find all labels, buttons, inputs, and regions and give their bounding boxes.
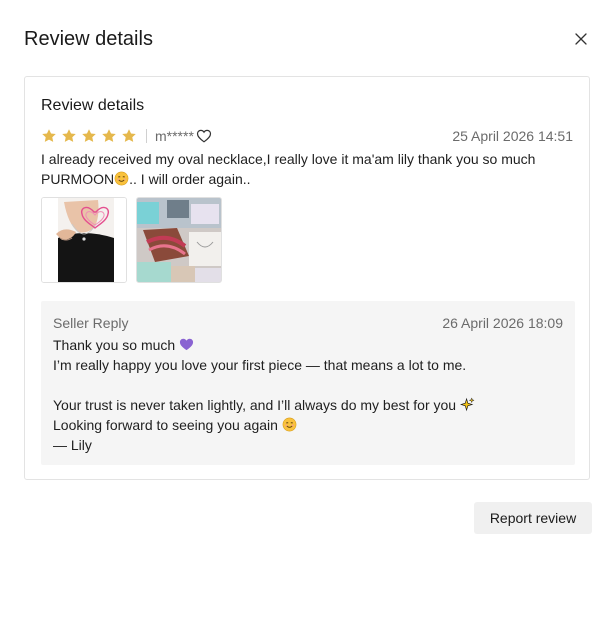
- review-text-part2: .. I will order again..: [129, 171, 251, 187]
- report-review-button[interactable]: Report review: [474, 502, 592, 534]
- review-section-title: Review details: [41, 97, 145, 114]
- close-button[interactable]: [570, 28, 592, 50]
- star-icon: [42, 129, 56, 142]
- purple-heart-emoji-icon: [180, 338, 194, 351]
- seller-reply-line: — Lily: [53, 437, 92, 453]
- package-photo-thumbnail: [137, 198, 221, 282]
- star-icon: [122, 129, 136, 142]
- reviewer-name: m*****: [155, 128, 194, 144]
- smiling-face-emoji-icon: [282, 417, 297, 432]
- seller-reply-text: Looking forward to seeing you again: [53, 417, 282, 433]
- seller-reply-line: I’m really happy you love your first pie…: [53, 357, 467, 373]
- seller-reply-date: 26 April 2026 18:09: [442, 315, 563, 331]
- seller-reply-text: Your trust is never taken lightly, and I…: [53, 397, 460, 413]
- star-icon: [102, 129, 116, 142]
- necklace-photo-thumbnail: [42, 198, 126, 282]
- modal-header: Review details: [24, 24, 592, 54]
- seller-reply-text: Thank you so much: [53, 337, 180, 353]
- star-rating: [41, 128, 137, 144]
- review-text: I already received my oval necklace,I re…: [41, 149, 561, 189]
- sparkles-emoji-icon: [459, 397, 475, 412]
- seller-reply-body: Thank you so much I’m really happy you l…: [53, 335, 563, 455]
- smiling-face-emoji-icon: [114, 171, 129, 186]
- review-photo-2[interactable]: [136, 197, 222, 283]
- star-icon: [62, 129, 76, 142]
- seller-reply: Seller Reply 26 April 2026 18:09 Thank y…: [41, 301, 575, 465]
- seller-reply-line: Thank you so much: [53, 335, 563, 355]
- review-meta-row: m***** 25 April 2026 14:51: [41, 127, 573, 145]
- review-card: Review details m***** 25 April 2026 14:5…: [24, 76, 590, 480]
- seller-reply-header: Seller Reply 26 April 2026 18:09: [53, 315, 563, 331]
- seller-reply-label: Seller Reply: [53, 315, 129, 331]
- seller-reply-spacer: [53, 375, 563, 395]
- modal-title: Review details: [24, 27, 153, 50]
- review-photos: [41, 197, 222, 283]
- seller-reply-line: Looking forward to seeing you again: [53, 415, 563, 435]
- review-date: 25 April 2026 14:51: [452, 128, 573, 144]
- star-icon: [82, 129, 96, 142]
- heart-outline-icon: [196, 129, 212, 143]
- seller-reply-line: Your trust is never taken lightly, and I…: [53, 395, 563, 415]
- divider: [146, 129, 147, 143]
- review-photo-1[interactable]: [41, 197, 127, 283]
- close-icon: [575, 33, 587, 45]
